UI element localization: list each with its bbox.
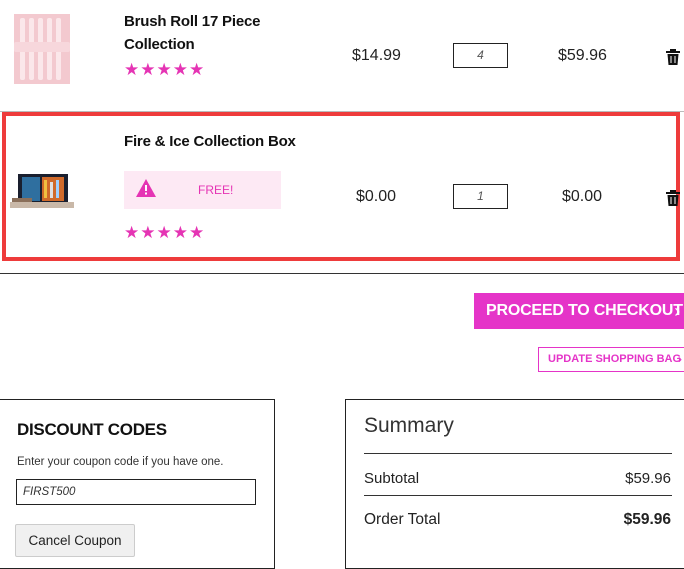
summary-divider [364, 453, 672, 454]
trash-icon[interactable] [666, 49, 680, 65]
subtotal-value: $59.96 [625, 470, 671, 487]
summary-panel: Summary Subtotal $59.96 Order Total $59.… [345, 399, 684, 569]
product-name[interactable]: Fire & Ice Collection Box [124, 130, 296, 153]
quantity-input[interactable]: 1 [453, 184, 508, 209]
rating-stars: ★★★★★ [124, 60, 206, 79]
trash-icon[interactable] [666, 190, 680, 206]
summary-title: Summary [364, 414, 454, 437]
product-image-fire-ice-box[interactable] [8, 168, 76, 212]
checkout-label: PROCEED TO CHECKOUT [486, 302, 683, 319]
discount-title: DISCOUNT CODES [17, 420, 167, 439]
product-name-line2: Collection [124, 36, 195, 53]
discount-help-text: Enter your coupon code if you have one. [17, 456, 224, 468]
chevron-right-icon: › [678, 352, 682, 366]
product-name-line1: Brush Roll 17 Piece [124, 13, 261, 30]
update-shopping-bag-button[interactable]: UPDATE SHOPPING BAG › [538, 347, 684, 372]
rating-stars: ★★★★★ [124, 223, 206, 242]
line-total: $0.00 [562, 188, 603, 205]
quantity-input[interactable]: 4 [453, 43, 508, 68]
product-name[interactable]: Brush Roll 17 Piece Collection [124, 10, 260, 56]
order-total-value: $59.96 [623, 511, 671, 528]
summary-divider [364, 495, 672, 496]
coupon-code-input[interactable]: FIRST500 [16, 479, 256, 505]
subtotal-label: Subtotal [364, 470, 420, 487]
unit-price: $0.00 [356, 188, 397, 205]
free-label: FREE! [198, 183, 234, 197]
highlighted-cart-row [2, 112, 680, 261]
order-total-label: Order Total [364, 511, 441, 528]
free-gift-banner: FREE! [124, 171, 281, 209]
discount-codes-panel: DISCOUNT CODES Enter your coupon code if… [0, 399, 275, 569]
line-total: $59.96 [558, 47, 607, 64]
cancel-coupon-button[interactable]: Cancel Coupon [15, 524, 135, 557]
proceed-to-checkout-button[interactable]: PROCEED TO CHECKOUT › [474, 293, 684, 329]
product-image-brush-roll[interactable] [14, 14, 70, 84]
chevron-right-icon: › [674, 301, 680, 321]
unit-price: $14.99 [352, 47, 401, 64]
cart-divider [0, 273, 684, 274]
update-label: UPDATE SHOPPING BAG [548, 353, 682, 365]
warning-icon [136, 179, 156, 197]
